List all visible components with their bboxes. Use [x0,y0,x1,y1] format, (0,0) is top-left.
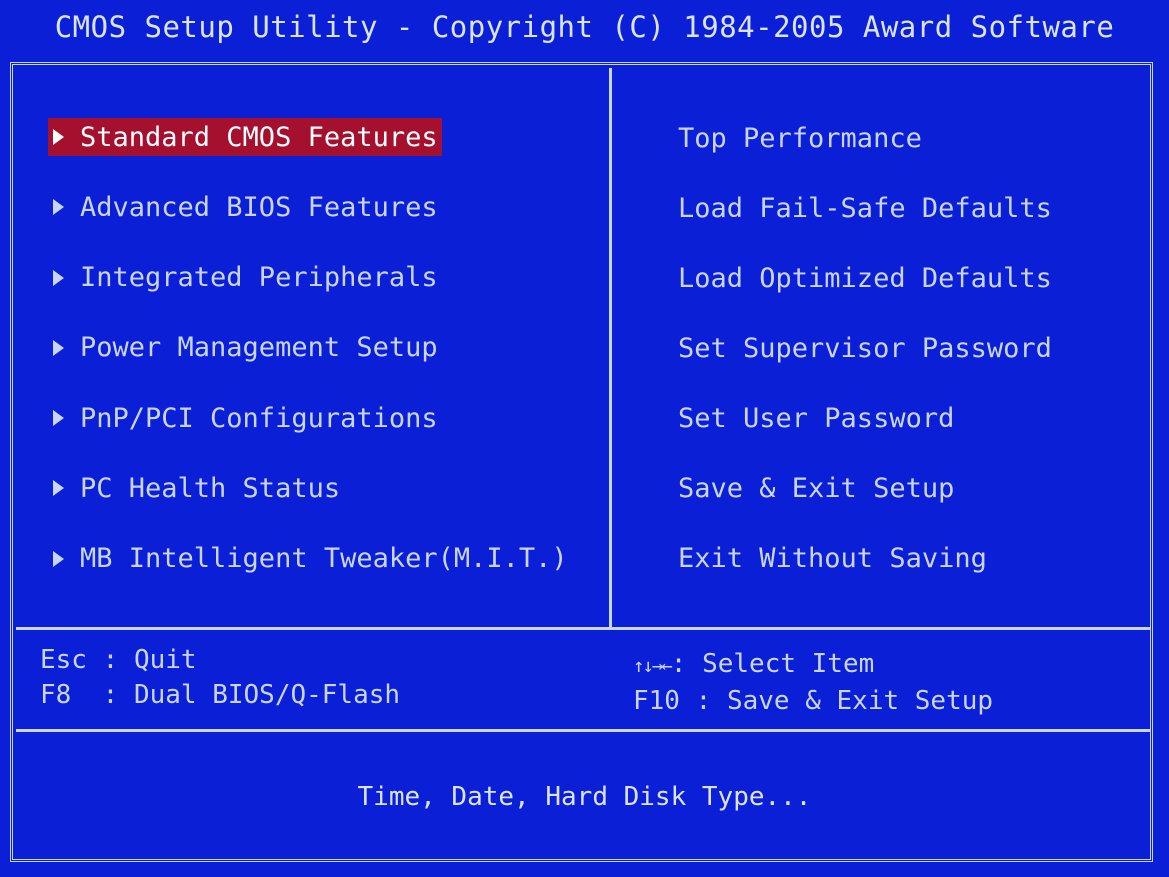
key-hints-left: Esc : Quit F8 : Dual BIOS/Q-Flash [40,643,400,713]
submenu-arrow-icon [53,480,64,497]
key-hint-dual-bios: F8 : Dual BIOS/Q-Flash [40,678,400,713]
submenu-arrow-icon [53,410,64,427]
right-menu: Top Performance Load Fail-Safe Defaults … [678,123,1052,613]
menu-item-label: Power Management Setup [80,332,438,364]
key-hint-quit: Esc : Quit [40,643,400,678]
key-action: Dual BIOS/Q-Flash [133,680,401,710]
submenu-arrow-icon [53,199,64,216]
left-menu: Standard CMOS Features Advanced BIOS Fea… [48,118,572,610]
key-action: Save & Exit Setup [726,686,994,716]
key-action: Select Item [702,649,875,679]
menu-item-set-user-password[interactable]: Set User Password [678,403,1052,473]
key-separator: : [679,686,727,716]
menu-item-pnp-pci-configurations[interactable]: PnP/PCI Configurations [48,399,442,437]
key-hints-right: ↑↓→←: Select Item F10 : Save & Exit Setu… [633,647,993,719]
menu-item-save-exit-setup[interactable]: Save & Exit Setup [678,473,1052,543]
submenu-arrow-icon [53,129,64,145]
key-action: Quit [133,645,197,675]
arrow-keys-icon: ↑↓→← [633,655,673,677]
key-label: F8 [40,680,87,710]
menu-item-standard-cmos-features[interactable]: Standard CMOS Features [48,118,442,156]
key-separator: : [670,649,703,679]
menu-item-load-fail-safe-defaults[interactable]: Load Fail-Safe Defaults [678,193,1052,263]
menu-item-power-management-setup[interactable]: Power Management Setup [48,329,442,367]
help-text: Time, Date, Hard Disk Type... [357,782,812,812]
menu-item-label: Advanced BIOS Features [80,191,438,223]
key-separator: : [86,680,134,710]
menu-item-exit-without-saving[interactable]: Exit Without Saving [678,543,1052,613]
menu-item-advanced-bios-features[interactable]: Advanced BIOS Features [48,188,442,226]
menu-item-label: Integrated Peripherals [80,262,438,294]
menu-item-label: PnP/PCI Configurations [80,402,438,434]
menu-item-label: MB Intelligent Tweaker(M.I.T.) [80,543,568,575]
menu-item-integrated-peripherals[interactable]: Integrated Peripherals [48,259,442,297]
menu-item-pc-health-status[interactable]: PC Health Status [48,469,344,507]
submenu-arrow-icon [53,550,64,567]
key-hint-save-exit: F10 : Save & Exit Setup [633,684,993,719]
submenu-arrow-icon [53,269,64,286]
menu-item-mb-intelligent-tweaker[interactable]: MB Intelligent Tweaker(M.I.T.) [48,540,572,578]
key-label: Esc [40,645,87,675]
key-label: F10 [633,686,680,716]
key-separator: : [86,645,134,675]
menu-item-set-supervisor-password[interactable]: Set Supervisor Password [678,333,1052,403]
column-divider [609,68,612,628]
window-title: CMOS Setup Utility - Copyright (C) 1984-… [54,10,1115,44]
key-hint-select-item: ↑↓→←: Select Item [633,647,993,684]
submenu-arrow-icon [53,339,64,356]
menu-item-label: Standard CMOS Features [80,121,438,153]
menu-item-load-optimized-defaults[interactable]: Load Optimized Defaults [678,263,1052,333]
help-divider [16,729,1150,732]
menu-item-label: PC Health Status [80,472,341,504]
menu-item-top-performance[interactable]: Top Performance [678,123,1052,193]
key-hints-divider [16,627,1150,630]
